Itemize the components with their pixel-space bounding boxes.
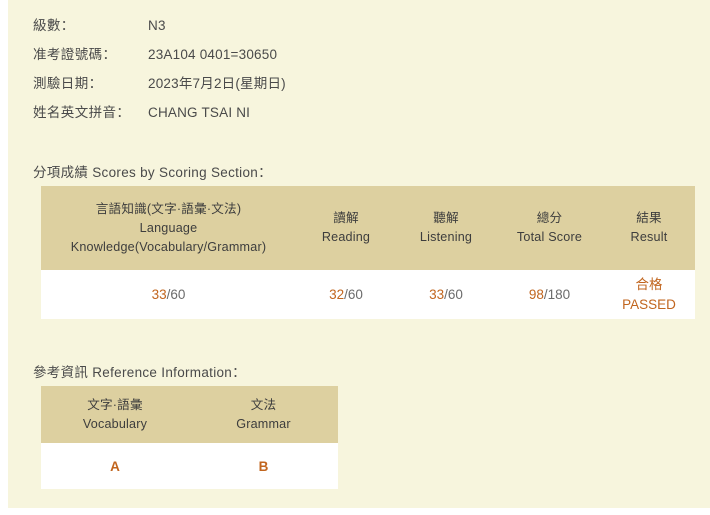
scores-table: 言語知識(文字·語彙·文法) Language Knowledge(Vocabu… bbox=[41, 186, 695, 319]
column-header-vocabulary-cn: 文字·語彙 bbox=[87, 397, 143, 412]
name-romanized-value: CHANG TSAI NI bbox=[148, 105, 251, 120]
column-header-language-knowledge-en-line1: Language bbox=[139, 220, 198, 235]
column-header-language-knowledge-cn: 言語知識(文字·語彙·文法) bbox=[95, 201, 242, 216]
level-value: N3 bbox=[148, 18, 166, 33]
column-header-vocabulary-en: Vocabulary bbox=[82, 416, 148, 431]
column-header-total-score-cn: 總分 bbox=[536, 211, 563, 225]
reading-max: /60 bbox=[344, 287, 363, 302]
listening-max: /60 bbox=[444, 287, 463, 302]
cell-listening-score: 33/60 bbox=[396, 270, 496, 319]
registration-number-value: 23A104 0401=30650 bbox=[148, 47, 278, 62]
candidate-info-block: 級數： N3 准考證號碼： 23A104 0401=30650 測驗日期： 20… bbox=[33, 14, 286, 130]
result-en: PASSED bbox=[622, 296, 676, 312]
info-row-test-date: 測驗日期： 2023年7月2日(星期日) bbox=[33, 72, 286, 101]
vocabulary-grade: A bbox=[110, 458, 120, 474]
result-cn: 合格 bbox=[635, 276, 663, 292]
reference-table-header-row: 文字·語彙 Vocabulary 文法 Grammar bbox=[41, 386, 338, 443]
reading-score: 32 bbox=[329, 287, 345, 302]
scores-table-row: 33/60 32/60 33/60 98/180 合格 PASSED bbox=[41, 270, 695, 319]
column-header-language-knowledge-en-line2: Knowledge(Vocabulary/Grammar) bbox=[70, 239, 267, 254]
result-badge: 合格 PASSED bbox=[603, 275, 695, 315]
cell-vocabulary-grade: A bbox=[41, 443, 189, 489]
info-row-name-romanized: 姓名英文拼音： CHANG TSAI NI bbox=[33, 101, 286, 130]
test-date-label: 測驗日期： bbox=[33, 76, 103, 91]
level-label: 級數： bbox=[33, 18, 75, 33]
scores-table-header-row: 言語知識(文字·語彙·文法) Language Knowledge(Vocabu… bbox=[41, 186, 695, 270]
language-knowledge-score: 33 bbox=[151, 287, 167, 302]
info-row-level: 級數： N3 bbox=[33, 14, 286, 43]
language-knowledge-max: /60 bbox=[166, 287, 186, 302]
column-header-result-en: Result bbox=[630, 230, 668, 244]
certificate-page: 級數： N3 准考證號碼： 23A104 0401=30650 測驗日期： 20… bbox=[8, 0, 710, 508]
column-header-language-knowledge: 言語知識(文字·語彙·文法) Language Knowledge(Vocabu… bbox=[41, 186, 296, 270]
info-row-registration-number: 准考證號碼： 23A104 0401=30650 bbox=[33, 43, 286, 72]
test-date-value: 2023年7月2日(星期日) bbox=[148, 76, 286, 91]
column-header-reading: 讀解 Reading bbox=[296, 186, 396, 270]
column-header-reading-en: Reading bbox=[321, 230, 371, 244]
column-header-total-score: 總分 Total Score bbox=[496, 186, 603, 270]
grammar-grade: B bbox=[258, 458, 269, 474]
column-header-grammar-cn: 文法 bbox=[250, 397, 277, 412]
reference-section-title: 參考資訊 Reference Information： bbox=[33, 365, 246, 380]
cell-language-knowledge-score: 33/60 bbox=[41, 270, 296, 319]
column-header-result-cn: 結果 bbox=[636, 211, 662, 225]
total-score-max: /180 bbox=[543, 287, 571, 302]
scores-section-title: 分項成績 Scores by Scoring Section： bbox=[33, 165, 272, 180]
listening-score: 33 bbox=[429, 287, 445, 302]
cell-reading-score: 32/60 bbox=[296, 270, 396, 319]
column-header-listening-cn: 聽解 bbox=[433, 211, 459, 225]
cell-grammar-grade: B bbox=[189, 443, 338, 489]
column-header-result: 結果 Result bbox=[603, 186, 695, 270]
column-header-listening: 聽解 Listening bbox=[396, 186, 496, 270]
cell-total-score: 98/180 bbox=[496, 270, 603, 319]
total-score: 98 bbox=[528, 287, 544, 302]
column-header-total-score-en: Total Score bbox=[516, 230, 583, 244]
column-header-listening-en: Listening bbox=[419, 230, 473, 244]
cell-result: 合格 PASSED bbox=[603, 270, 695, 319]
column-header-grammar: 文法 Grammar bbox=[189, 386, 338, 443]
reference-table-row: A B bbox=[41, 443, 338, 489]
reference-table: 文字·語彙 Vocabulary 文法 Grammar A B bbox=[41, 386, 338, 489]
column-header-grammar-en: Grammar bbox=[236, 416, 291, 431]
column-header-vocabulary: 文字·語彙 Vocabulary bbox=[41, 386, 189, 443]
name-romanized-label: 姓名英文拼音： bbox=[33, 105, 131, 120]
column-header-reading-cn: 讀解 bbox=[333, 211, 359, 225]
registration-number-label: 准考證號碼： bbox=[33, 47, 117, 62]
